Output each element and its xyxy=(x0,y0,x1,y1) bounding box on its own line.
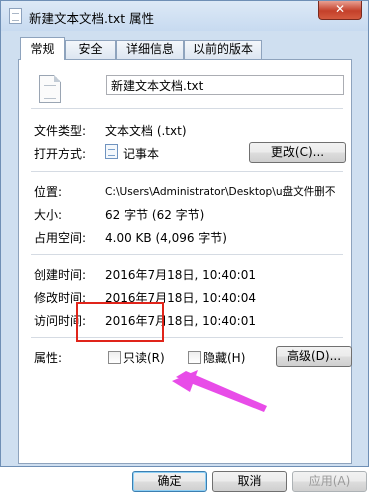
attributes-label: 属性: xyxy=(34,351,63,365)
advanced-button[interactable]: 高级(D)... xyxy=(276,346,352,367)
readonly-checkbox[interactable] xyxy=(108,351,121,364)
created-value: 2016年7月18日, 10:40:01 xyxy=(105,268,256,282)
divider xyxy=(31,254,343,255)
file-name-input[interactable] xyxy=(106,75,344,95)
apply-button[interactable]: 应用(A) xyxy=(292,471,367,492)
text-file-small-icon xyxy=(9,8,22,24)
file-type-value: 文本文档 (.txt) xyxy=(105,124,187,138)
size-on-disk-label: 占用空间: xyxy=(34,231,87,245)
close-button[interactable]: ✕ xyxy=(318,1,362,20)
size-on-disk-value: 4.00 KB (4,096 字节) xyxy=(105,231,227,245)
tab-general[interactable]: 常规 xyxy=(20,37,65,60)
file-type-label: 文件类型: xyxy=(34,124,87,138)
ok-button[interactable]: 确定 xyxy=(132,471,207,492)
tab-security[interactable]: 安全 xyxy=(65,40,116,59)
location-label: 位置: xyxy=(34,185,63,199)
window-title: 新建文本文档.txt 属性 xyxy=(29,11,155,26)
change-button[interactable]: 更改(C)... xyxy=(249,142,346,163)
created-label: 创建时间: xyxy=(34,268,87,282)
open-with-label: 打开方式: xyxy=(34,147,87,161)
divider xyxy=(31,108,343,109)
notepad-icon xyxy=(105,144,118,159)
hidden-checkbox[interactable] xyxy=(188,351,201,364)
readonly-label[interactable]: 只读(R) xyxy=(123,349,165,366)
open-with-value: 记事本 xyxy=(123,147,160,161)
tab-previous-versions[interactable]: 以前的版本 xyxy=(184,40,262,59)
dialog-buttons: 确定 取消 应用(A) xyxy=(8,471,367,499)
hidden-label[interactable]: 隐藏(H) xyxy=(203,349,245,366)
properties-window: 新建文本文档.txt 属性 ✕ 常规 安全 详细信息 以前的版本 文件类型: 文… xyxy=(0,0,369,492)
size-label: 大小: xyxy=(34,208,63,222)
size-value: 62 字节 (62 字节) xyxy=(105,208,205,222)
location-value: C:\Users\Administrator\Desktop\u盘文件删不 xyxy=(105,186,336,198)
title-bar[interactable]: 新建文本文档.txt 属性 ✕ xyxy=(1,1,368,31)
general-tab-panel: 文件类型: 文本文档 (.txt) 打开方式: 记事本 更改(C)... 位置:… xyxy=(18,59,352,464)
text-file-icon xyxy=(39,75,61,103)
window-client: 常规 安全 详细信息 以前的版本 文件类型: 文本文档 (.txt) 打开方式:… xyxy=(8,31,367,492)
tab-details[interactable]: 详细信息 xyxy=(116,40,184,59)
cancel-button[interactable]: 取消 xyxy=(212,471,287,492)
readonly-highlight-box xyxy=(76,302,164,342)
divider xyxy=(31,171,343,172)
